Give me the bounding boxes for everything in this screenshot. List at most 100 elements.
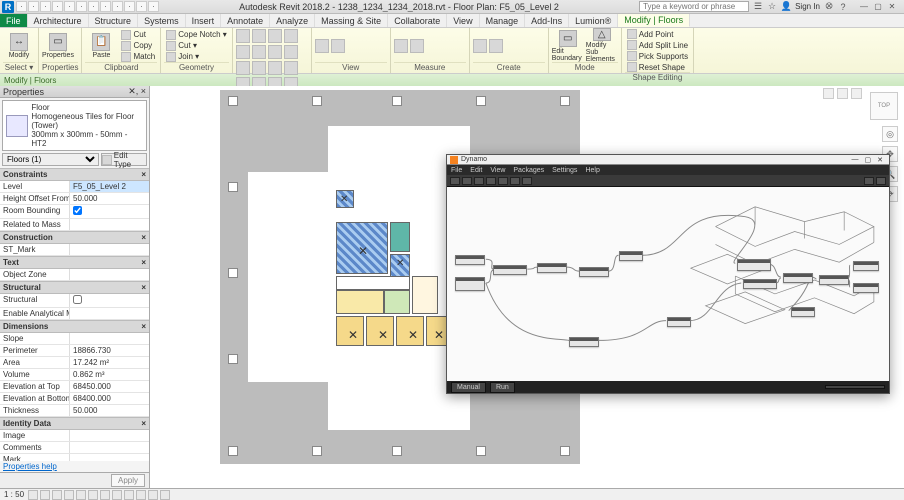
- dyn-menu-view[interactable]: View: [490, 167, 505, 174]
- dynamo-canvas[interactable]: [447, 187, 889, 381]
- tab-add-ins[interactable]: Add-Ins: [525, 14, 569, 27]
- help-icon[interactable]: ?: [838, 2, 848, 12]
- dynamo-node[interactable]: [537, 263, 567, 273]
- prop-row[interactable]: Comments: [0, 442, 149, 454]
- prop-value[interactable]: [70, 205, 149, 218]
- status-icon[interactable]: [52, 490, 62, 500]
- prop-value[interactable]: [70, 269, 149, 280]
- paste-button[interactable]: 📋Paste: [85, 30, 117, 62]
- tool-icon[interactable]: [236, 61, 250, 75]
- dyn-tool-icon[interactable]: [474, 177, 484, 185]
- tab-modify-floors[interactable]: Modify | Floors: [618, 14, 690, 27]
- modify-button[interactable]: ↔Modify: [3, 30, 35, 62]
- prop-value[interactable]: 50.000: [70, 405, 149, 416]
- prop-row[interactable]: Perimeter18866.730: [0, 345, 149, 357]
- dyn-tool-icon[interactable]: [864, 177, 874, 185]
- dyn-menu-settings[interactable]: Settings: [552, 167, 577, 174]
- prop-row[interactable]: Elevation at Bottom68400.000: [0, 393, 149, 405]
- properties-help-link[interactable]: Properties help: [0, 461, 149, 472]
- drawing-canvas[interactable]: TOP ◎ ✥ 🔍 ⟳: [150, 86, 904, 488]
- tab-systems[interactable]: Systems: [138, 14, 186, 27]
- prop-group-structural[interactable]: Structural×: [0, 281, 149, 294]
- prop-value[interactable]: [70, 454, 149, 461]
- prop-row[interactable]: Height Offset From Le..50.000: [0, 193, 149, 205]
- tool-icon[interactable]: [331, 39, 345, 53]
- tool-icon[interactable]: [410, 39, 424, 53]
- exchange-icon[interactable]: ⭙: [824, 2, 834, 12]
- dyn-menu-help[interactable]: Help: [585, 167, 599, 174]
- tool-icon[interactable]: [236, 45, 250, 59]
- qat-open-icon[interactable]: ·: [16, 1, 27, 12]
- dynamo-node[interactable]: [455, 277, 485, 291]
- viewctrl-icon[interactable]: [851, 88, 862, 99]
- qat-sync-icon[interactable]: ·: [136, 1, 147, 12]
- tool-icon[interactable]: [236, 29, 250, 43]
- search-input[interactable]: [639, 1, 749, 12]
- properties-header[interactable]: Properties ✕, ×: [0, 86, 149, 98]
- tool-icon[interactable]: [489, 39, 503, 53]
- prop-group-dimensions[interactable]: Dimensions×: [0, 320, 149, 333]
- prop-row[interactable]: Related to Mass: [0, 219, 149, 231]
- dyn-run-button[interactable]: Run: [490, 382, 515, 393]
- cut--button[interactable]: Cut ▾: [164, 41, 228, 51]
- dynamo-close-icon[interactable]: ✕: [877, 156, 883, 164]
- close-button[interactable]: ✕: [886, 2, 898, 12]
- qat-close-icon[interactable]: ·: [124, 1, 135, 12]
- tab-manage[interactable]: Manage: [480, 14, 526, 27]
- dyn-run-mode[interactable]: Manual: [451, 382, 486, 393]
- add-split-line-button[interactable]: Add Split Line: [625, 40, 690, 50]
- dynamo-node[interactable]: [819, 275, 849, 285]
- status-icon[interactable]: [124, 490, 134, 500]
- dyn-tool-icon[interactable]: [876, 177, 886, 185]
- dynamo-node[interactable]: [667, 317, 691, 327]
- prop-value[interactable]: [70, 219, 149, 230]
- dyn-menu-file[interactable]: File: [451, 167, 462, 174]
- qat-thin-icon[interactable]: ·: [88, 1, 99, 12]
- scale-label[interactable]: 1 : 50: [4, 490, 24, 499]
- pick-supports-button[interactable]: Pick Supports: [625, 51, 690, 61]
- prop-value[interactable]: [70, 244, 149, 255]
- dynamo-node[interactable]: [853, 283, 879, 293]
- dynamo-node[interactable]: [493, 265, 527, 275]
- status-icon[interactable]: [136, 490, 146, 500]
- prop-group-constraints[interactable]: Constraints×: [0, 168, 149, 181]
- close-icon[interactable]: ✕, ×: [128, 86, 146, 97]
- dynamo-node[interactable]: [455, 255, 485, 265]
- status-icon[interactable]: [76, 490, 86, 500]
- tab-architecture[interactable]: Architecture: [28, 14, 89, 27]
- tool-icon[interactable]: [252, 45, 266, 59]
- match-button[interactable]: Match: [119, 52, 157, 62]
- prop-value[interactable]: [70, 442, 149, 453]
- qat-measure-icon[interactable]: ·: [76, 1, 87, 12]
- tool-icon[interactable]: [252, 61, 266, 75]
- tool-icon[interactable]: [473, 39, 487, 53]
- steering-wheel-icon[interactable]: ◎: [882, 126, 898, 142]
- maximize-button[interactable]: ▢: [872, 2, 884, 12]
- prop-row[interactable]: Enable Analytical Model: [0, 308, 149, 320]
- prop-row[interactable]: Volume0.862 m³: [0, 369, 149, 381]
- qat-save-icon[interactable]: ·: [28, 1, 39, 12]
- cut-button[interactable]: Cut: [119, 30, 157, 40]
- qat-section-icon[interactable]: ·: [112, 1, 123, 12]
- reset-shape-button[interactable]: Reset Shape: [625, 62, 690, 72]
- tool-icon[interactable]: [315, 39, 329, 53]
- dyn-tool-icon[interactable]: [462, 177, 472, 185]
- prop-row[interactable]: Structural: [0, 294, 149, 308]
- dyn-tool-icon[interactable]: [450, 177, 460, 185]
- tab-structure[interactable]: Structure: [89, 14, 139, 27]
- prop-row[interactable]: Thickness50.000: [0, 405, 149, 417]
- properties-list[interactable]: Constraints×LevelF5_05_Level 2Height Off…: [0, 168, 149, 461]
- prop-row[interactable]: Mark: [0, 454, 149, 461]
- status-icon[interactable]: [100, 490, 110, 500]
- dynamo-node[interactable]: [619, 251, 643, 261]
- prop-row[interactable]: Object Zone: [0, 269, 149, 281]
- dynamo-node[interactable]: [853, 261, 879, 271]
- minimize-button[interactable]: —: [858, 2, 870, 12]
- dynamo-max-icon[interactable]: ▢: [865, 156, 872, 164]
- infocenter-icon[interactable]: ☰: [753, 2, 763, 12]
- tool-icon[interactable]: [284, 61, 298, 75]
- status-icon[interactable]: [148, 490, 158, 500]
- tool-icon[interactable]: [252, 29, 266, 43]
- tab-collaborate[interactable]: Collaborate: [388, 14, 447, 27]
- tab-analyze[interactable]: Analyze: [270, 14, 315, 27]
